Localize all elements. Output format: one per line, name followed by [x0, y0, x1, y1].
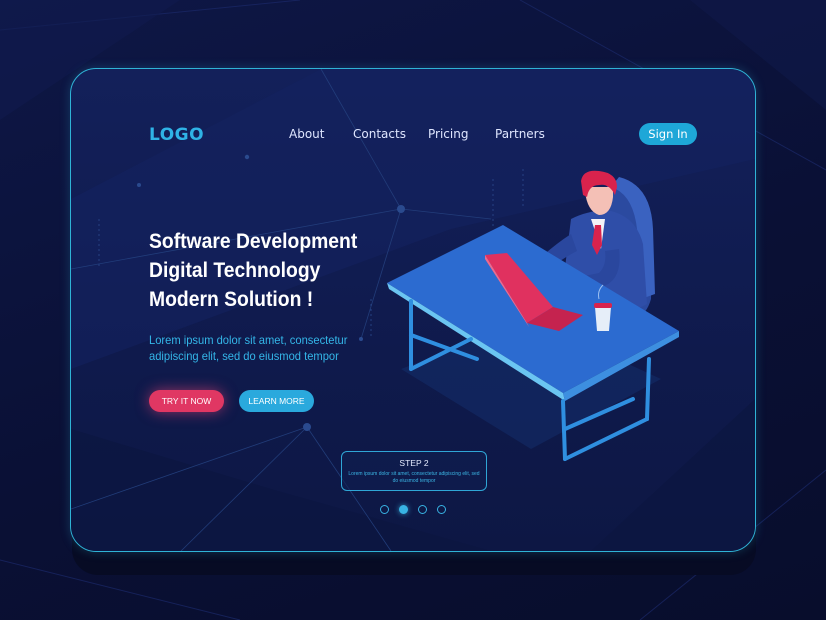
landing-panel: LOGO About Contacts Pricing Partners Sig… — [70, 68, 756, 552]
pagination-dots — [380, 504, 450, 518]
coffee-cup — [595, 307, 611, 331]
headline-line-2: Digital Technology — [149, 259, 321, 282]
nav-pricing[interactable]: Pricing — [428, 127, 468, 141]
pagination-dot-1[interactable] — [380, 505, 389, 514]
nav-partners[interactable]: Partners — [495, 127, 545, 141]
hero-description: Lorem ipsum dolor sit amet, consectetur … — [149, 332, 347, 364]
step-description: Lorem ipsum dolor sit amet, consectetur … — [348, 471, 480, 484]
pagination-dot-4[interactable] — [437, 505, 446, 514]
step-card: STEP 2 Lorem ipsum dolor sit amet, conse… — [341, 451, 487, 491]
nav-contacts[interactable]: Contacts — [353, 127, 406, 141]
sign-in-button[interactable]: Sign In — [639, 123, 697, 145]
logo[interactable]: LOGO — [149, 125, 204, 145]
description-line-2: adipiscing elit, sed do eiusmod tempor — [149, 349, 339, 363]
hero-headline: Software Development Digital Technology … — [149, 227, 357, 314]
headline-line-1: Software Development — [149, 230, 358, 253]
pagination-dot-2[interactable] — [399, 505, 408, 514]
learn-more-button[interactable]: LEARN MORE — [239, 390, 314, 412]
headline-line-3: Modern Solution ! — [149, 288, 314, 311]
try-it-now-button[interactable]: TRY IT NOW — [149, 390, 224, 412]
step-title: STEP 2 — [399, 458, 429, 468]
description-line-1: Lorem ipsum dolor sit amet, consectetur — [149, 333, 348, 347]
pagination-dot-3[interactable] — [418, 505, 427, 514]
nav-about[interactable]: About — [289, 127, 324, 141]
